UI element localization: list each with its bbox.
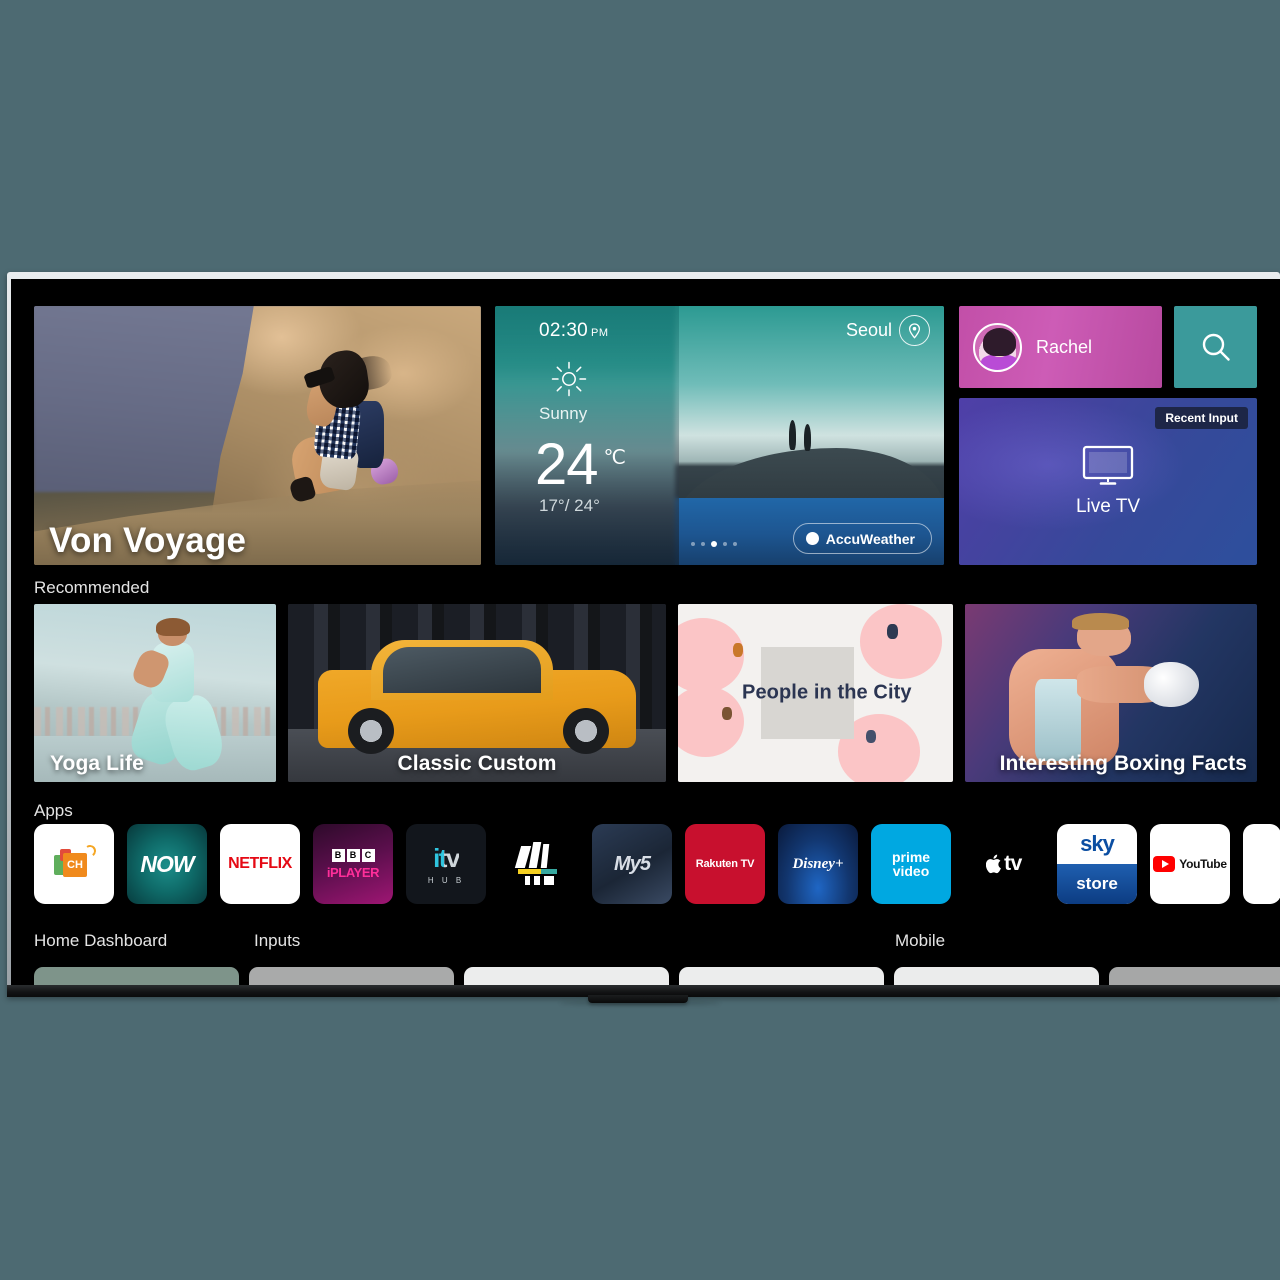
avatar (973, 322, 1022, 372)
live-tv-card[interactable]: Recent Input Live TV (959, 398, 1257, 565)
weather-temp-unit: ℃ (603, 446, 626, 469)
tv-stand-shadow (560, 1001, 720, 1005)
bbc-blocks-icon: B B C (331, 848, 375, 862)
app-tile-channel-4[interactable] (499, 824, 579, 904)
bottom-label-home-dashboard[interactable]: Home Dashboard (34, 931, 167, 951)
youtube-play-icon (1153, 856, 1176, 872)
app-tile-label: itv (433, 843, 460, 873)
app-tile-youtube[interactable]: YouTube (1150, 824, 1230, 904)
recommended-card-interesting-boxing-facts[interactable]: Interesting Boxing Facts (965, 604, 1257, 782)
recommended-card-yoga-life[interactable]: Yoga Life (34, 604, 276, 782)
search-icon (1202, 333, 1230, 361)
recommended-card-label: Yoga Life (50, 752, 144, 775)
app-tile-prime-video[interactable]: prime video (871, 824, 951, 904)
app-tile-sublabel: H U B (427, 876, 465, 885)
app-tile-bbc-iplayer[interactable]: B B C iPLAYER (313, 824, 393, 904)
hero-subject (262, 347, 405, 539)
location-pin-icon[interactable] (899, 315, 930, 346)
recommended-card-people-in-the-city[interactable]: People in the City (678, 604, 953, 782)
app-tile-label: iPLAYER (326, 864, 380, 880)
weather-range: 17°/ 24° (539, 496, 600, 515)
app-tile-apple-tv[interactable]: tv (964, 824, 1044, 904)
weather-tree (788, 419, 796, 450)
prime-line-2: video (892, 863, 930, 879)
weather-time: 02:30 PM (539, 320, 609, 342)
accuweather-label: AccuWeather (825, 530, 915, 547)
weather-time-value: 02:30 (539, 320, 589, 341)
apple-logo-icon (986, 854, 1002, 874)
app-tile-label: sky (1080, 831, 1115, 856)
channel4-logo-icon (514, 842, 562, 886)
bottom-label-mobile[interactable]: Mobile (895, 931, 945, 951)
app-tile-label: NOW (140, 850, 194, 877)
weather-tree (804, 423, 812, 451)
top-row: Von Voyage 02:30 PM Seoul Sunny 24 ℃ 17°… (34, 306, 1257, 565)
app-tile-now[interactable]: NOW (127, 824, 207, 904)
bbc-block: B (331, 848, 345, 862)
weather-location: Seoul (845, 320, 892, 340)
hero-banner-card[interactable]: Von Voyage (34, 306, 481, 565)
webos-home-ui: Von Voyage 02:30 PM Seoul Sunny 24 ℃ 17°… (11, 279, 1280, 992)
app-tile-sky-store[interactable]: sky store (1057, 824, 1137, 904)
hero-title: Von Voyage (49, 521, 247, 560)
app-tile-label: My5 (614, 852, 651, 875)
sun-icon (551, 361, 587, 397)
app-tile-netflix[interactable]: NETFLIX (220, 824, 300, 904)
weather-temperature: 24 ℃ (535, 431, 626, 498)
bottom-section-labels: Home Dashboard Inputs Mobile (11, 931, 1280, 961)
weather-temp-value: 24 (535, 432, 599, 497)
accuweather-badge[interactable]: AccuWeather (792, 523, 932, 554)
recommended-card-label: People in the City (742, 681, 912, 704)
app-tile-channels[interactable]: CH (34, 824, 114, 904)
recommended-card-label: Classic Custom (397, 752, 557, 775)
app-tile-label: NETFLIX (228, 855, 292, 872)
app-tile-itv-hub[interactable]: itv H U B (406, 824, 486, 904)
app-tile-label: Disney+ (792, 855, 844, 872)
apple-tv-text: tv (1004, 852, 1022, 875)
bbc-block: C (361, 848, 375, 862)
app-tile-label: prime video (892, 850, 930, 879)
app-tile-label: tv (986, 852, 1022, 876)
profile-name: Rachel (1036, 336, 1093, 357)
app-tile-more[interactable] (1243, 824, 1280, 904)
recommended-section-title: Recommended (34, 578, 150, 597)
weather-time-ampm: PM (591, 327, 609, 339)
search-button[interactable] (1174, 306, 1257, 388)
app-tile-my5[interactable]: My5 (592, 824, 672, 904)
accuweather-logo-icon (805, 532, 819, 545)
app-tile-disney-plus[interactable]: Disney+ (778, 824, 858, 904)
weather-pagination-dots[interactable] (691, 541, 737, 547)
bottom-label-inputs[interactable]: Inputs (254, 931, 300, 951)
recommended-card-label: Interesting Boxing Facts (999, 752, 1247, 775)
app-tile-label: CH (63, 853, 87, 877)
weather-card[interactable]: 02:30 PM Seoul Sunny 24 ℃ 17°/ 24° AccuW… (495, 306, 944, 565)
app-tile-sublabel: store (1057, 864, 1137, 904)
recent-input-badge: Recent Input (1155, 407, 1248, 429)
bbc-block: B (346, 848, 360, 862)
app-tile-label: YouTube (1179, 857, 1227, 871)
app-tile-rakuten-tv[interactable]: Rakuten TV (685, 824, 765, 904)
screenshot-canvas: Von Voyage 02:30 PM Seoul Sunny 24 ℃ 17°… (0, 0, 1280, 1280)
app-tile-label: Rakuten TV (695, 858, 755, 870)
recommended-row: Yoga Life Classic Custom People in the C… (34, 604, 1257, 782)
live-tv-label: Live TV (1075, 496, 1141, 517)
weather-condition: Sunny (539, 404, 588, 423)
tv-screen: Von Voyage 02:30 PM Seoul Sunny 24 ℃ 17°… (11, 279, 1280, 992)
tv-monitor-icon (1082, 445, 1134, 487)
channels-icon: CH (54, 844, 97, 881)
profile-card[interactable]: Rachel (959, 306, 1162, 388)
recommended-card-classic-custom[interactable]: Classic Custom (288, 604, 666, 782)
apps-section-title: Apps (34, 801, 73, 820)
